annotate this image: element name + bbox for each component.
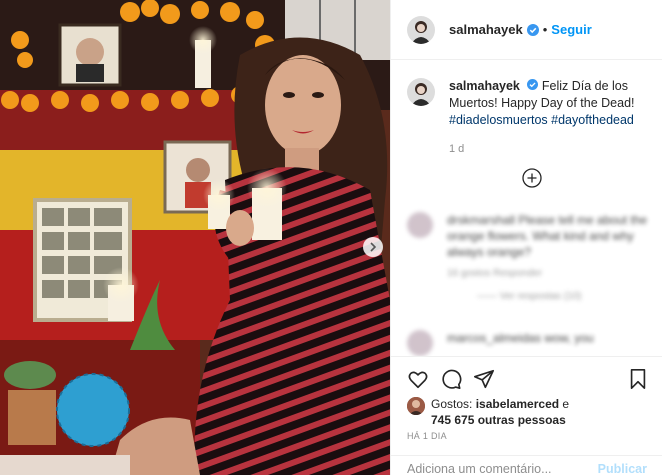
verified-badge-icon (526, 23, 539, 36)
comment-avatar (407, 212, 433, 238)
follow-button[interactable]: Seguir (551, 22, 591, 37)
likes-count[interactable]: 745 675 outras pessoas (431, 413, 566, 427)
liker-avatar[interactable] (407, 397, 425, 415)
avatar-image (407, 78, 435, 106)
post-photo[interactable] (0, 0, 390, 475)
liker-username[interactable]: isabelamerced (476, 397, 559, 411)
comment-item: marcos_almeidas wow, you (407, 330, 652, 356)
hashtag-link[interactable]: #diadelosmuertos (449, 113, 548, 127)
comment-text: marcos_almeidas wow, you (447, 331, 594, 345)
caption-avatar[interactable] (407, 78, 435, 106)
bookmark-icon[interactable] (628, 368, 648, 393)
comment-input[interactable] (407, 462, 598, 475)
avatar[interactable] (407, 15, 435, 44)
caption-username[interactable]: salmahayek (449, 79, 520, 93)
chevron-right-icon (370, 242, 377, 252)
comment-text: drskmarshall Please tell me about the or… (447, 213, 648, 259)
likes-summary: Gostos: isabelamerced e 745 675 outras p… (407, 396, 569, 428)
post-side-panel: salmahayek • Seguir salmahayek Feliz Día… (390, 0, 662, 475)
hashtag-link[interactable]: #dayofthedead (551, 113, 634, 127)
caption-body: salmahayek Feliz Día de los Muertos! Hap… (449, 78, 652, 158)
comment-meta: 16 gostos Responder (447, 268, 543, 279)
verified-badge-icon (527, 79, 539, 90)
comment-item: drskmarshall Please tell me about the or… (407, 212, 652, 302)
add-comment-box: Publicar (391, 455, 662, 475)
comment-icon[interactable] (440, 368, 462, 393)
post-header: salmahayek • Seguir (391, 0, 662, 60)
load-more-comments-button[interactable] (522, 168, 542, 188)
avatar-image (407, 15, 435, 44)
separator-dot: • (542, 22, 548, 37)
post-image (0, 0, 390, 475)
heart-icon[interactable] (407, 368, 429, 393)
post-caption: salmahayek Feliz Día de los Muertos! Hap… (407, 78, 652, 158)
publish-button[interactable]: Publicar (598, 462, 647, 475)
comment-avatar (407, 330, 433, 356)
plus-circle-icon (522, 168, 542, 188)
likes-text: Gostos: isabelamerced e 745 675 outras p… (431, 396, 569, 428)
likes-conjunction: e (559, 397, 570, 411)
action-icons (407, 368, 647, 392)
post-timestamp: HÁ 1 DIA (407, 431, 447, 441)
caption-timestamp: 1 d (449, 143, 465, 155)
view-replies[interactable]: —— Ver respostas (10) (477, 291, 652, 302)
username[interactable]: salmahayek (449, 22, 523, 37)
next-photo-button[interactable] (363, 237, 383, 257)
likes-prefix: Gostos: (431, 397, 476, 411)
share-icon[interactable] (473, 368, 495, 393)
